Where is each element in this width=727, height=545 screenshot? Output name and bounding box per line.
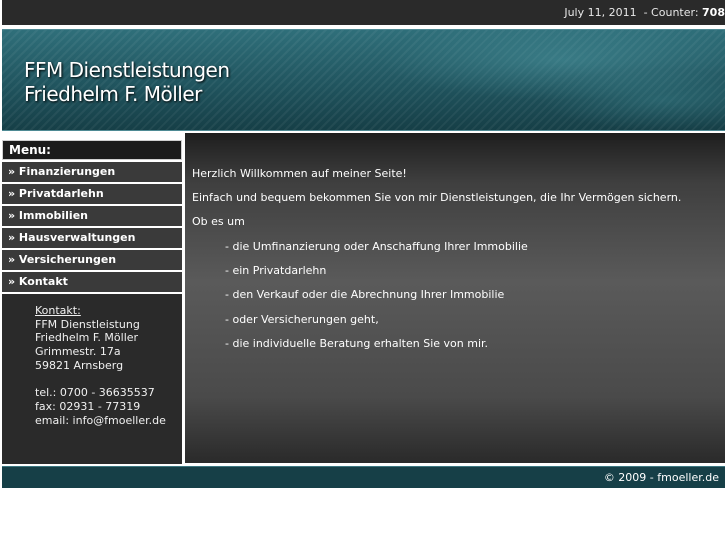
contact-email: email: info@fmoeller.de <box>35 413 166 427</box>
date-counter-info: July 11, 2011 - Counter: 708 <box>564 6 725 19</box>
current-date: July 11, 2011 <box>564 6 637 19</box>
menu-item-finanzierungen[interactable]: » Finanzierungen <box>2 162 182 182</box>
contact-street: Grimmestr. 17a <box>35 345 121 359</box>
contact-details: Kontakt: FFM Dienstleistung Friedhelm F.… <box>35 304 166 427</box>
contact-name: Friedhelm F. Möller <box>35 331 139 345</box>
service-list-item: - die individuelle Beratung erhalten Sie… <box>225 337 489 350</box>
contact-heading: Kontakt: <box>35 304 81 317</box>
counter-label: - Counter: <box>643 6 699 19</box>
menu-item-versicherungen[interactable]: » Versicherungen <box>2 250 182 270</box>
main-content: Herzlich Willkommen auf meiner Seite! Ei… <box>185 133 725 463</box>
counter-value: 708 <box>702 6 725 19</box>
contact-tel: tel.: 0700 - 36635537 <box>35 386 155 400</box>
contact-company: FFM Dienstleistung <box>35 317 140 331</box>
welcome-text: Herzlich Willkommen auf meiner Seite! <box>192 167 407 180</box>
contact-city: 59821 Arnsberg <box>35 358 124 372</box>
service-list-item: - die Umfinanzierung oder Anschaffung Ih… <box>225 240 528 253</box>
service-list-item: - den Verkauf oder die Abrechnung Ihrer … <box>225 288 505 301</box>
lead-text: Ob es um <box>192 215 245 228</box>
site-owner-name: Friedhelm F. Möller <box>24 82 202 106</box>
sidebar-menu: Menu: » Finanzierungen » Privatdarlehn »… <box>2 140 182 292</box>
contact-fax: fax: 02931 - 77319 <box>35 399 141 413</box>
contact-box: Kontakt: FFM Dienstleistung Friedhelm F.… <box>2 294 182 464</box>
intro-text: Einfach und bequem bekommen Sie von mir … <box>192 191 682 204</box>
top-bar: July 11, 2011 - Counter: 708 <box>2 0 725 25</box>
header-banner: FFM Dienstleistungen Friedhelm F. Möller <box>2 29 725 131</box>
footer-bar: © 2009 - fmoeller.de <box>2 466 725 488</box>
menu-item-kontakt[interactable]: » Kontakt <box>2 272 182 292</box>
copyright-text: © 2009 - fmoeller.de <box>603 471 719 484</box>
menu-item-hausverwaltungen[interactable]: » Hausverwaltungen <box>2 228 182 248</box>
contact-spacer <box>35 373 166 387</box>
menu-item-immobilien[interactable]: » Immobilien <box>2 206 182 226</box>
menu-item-privatdarlehn[interactable]: » Privatdarlehn <box>2 184 182 204</box>
service-list-item: - oder Versicherungen geht, <box>225 313 379 326</box>
menu-title: Menu: <box>2 140 182 160</box>
site-title: FFM Dienstleistungen <box>24 58 230 82</box>
service-list-item: - ein Privatdarlehn <box>225 264 327 277</box>
